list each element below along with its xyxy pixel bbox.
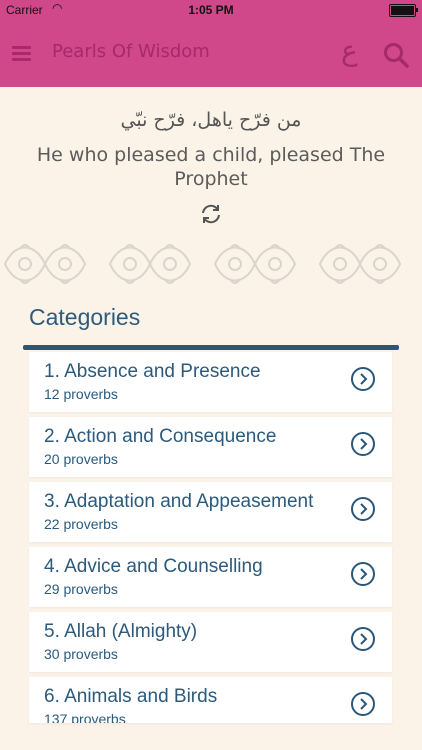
category-name: 2. Action and Consequence <box>44 426 277 447</box>
list-item[interactable]: 3. Adaptation and Appeasement 22 proverb… <box>29 482 392 542</box>
category-name: 1. Absence and Presence <box>44 361 261 382</box>
list-item[interactable]: 2. Action and Consequence 20 proverbs <box>29 417 392 477</box>
app-title: Pearls Of Wisdom <box>52 41 210 62</box>
category-count: 20 proverbs <box>44 451 118 467</box>
category-count: 137 proverbs <box>44 711 126 723</box>
search-icon[interactable] <box>383 42 409 68</box>
list-item[interactable]: 1. Absence and Presence 12 proverbs <box>29 352 392 412</box>
list-item[interactable]: 6. Animals and Birds 137 proverbs <box>29 677 392 723</box>
list-item[interactable]: 5. Allah (Almighty) 30 proverbs <box>29 612 392 672</box>
hamburger-icon[interactable] <box>12 46 31 62</box>
chevron-right-icon[interactable] <box>351 562 375 586</box>
list-item[interactable]: 4. Advice and Counselling 29 proverbs <box>29 547 392 607</box>
status-time: 1:05 PM <box>188 3 234 17</box>
category-count: 29 proverbs <box>44 581 118 597</box>
category-name: 4. Advice and Counselling <box>44 556 263 577</box>
category-name: 6. Animals and Birds <box>44 686 218 707</box>
category-count: 30 proverbs <box>44 646 118 662</box>
chevron-right-icon[interactable] <box>351 627 375 651</box>
categories-divider <box>23 345 399 350</box>
english-quote: He who pleased a child, pleased The Prop… <box>36 144 386 190</box>
category-count: 12 proverbs <box>44 386 118 402</box>
category-name: 3. Adaptation and Appeasement <box>44 491 314 512</box>
category-count: 22 proverbs <box>44 516 118 532</box>
chevron-right-icon[interactable] <box>351 367 375 391</box>
status-bar: Carrier ◠ 1:05 PM <box>0 0 422 20</box>
chevron-right-icon[interactable] <box>351 692 375 716</box>
categories-heading: Categories <box>29 304 141 330</box>
battery-icon <box>389 4 418 17</box>
arabic-quote: من فرّح ياهل، فرّح نبّي <box>120 109 302 131</box>
decorative-ornament-band <box>3 244 402 284</box>
chevron-right-icon[interactable] <box>351 432 375 456</box>
nav-bar: Pearls Of Wisdom ع <box>0 20 422 87</box>
language-toggle-button[interactable]: ع <box>341 34 358 67</box>
category-name: 5. Allah (Almighty) <box>44 621 198 642</box>
refresh-icon[interactable] <box>199 202 223 226</box>
chevron-right-icon[interactable] <box>351 497 375 521</box>
